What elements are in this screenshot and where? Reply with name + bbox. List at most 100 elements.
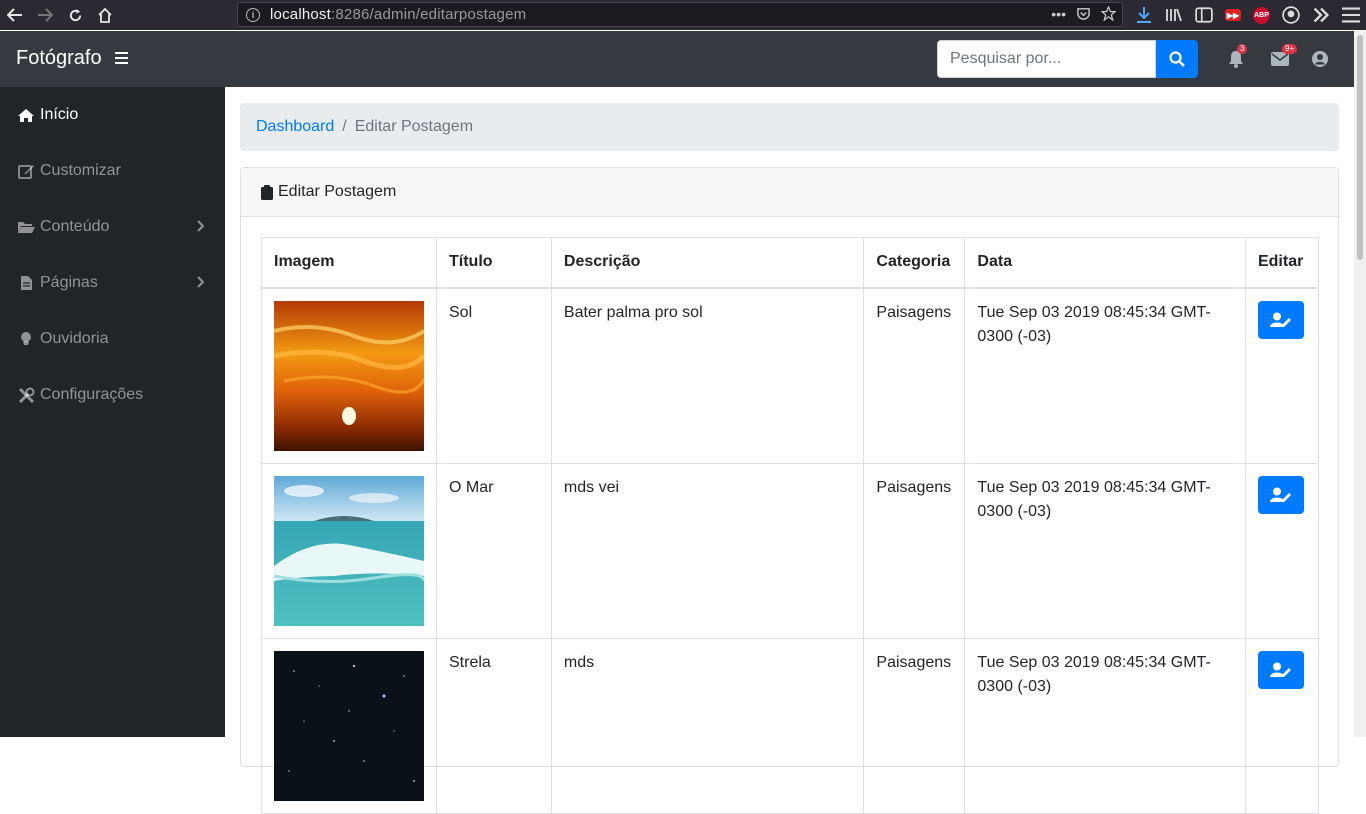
category-cell: Paisagens [863, 637, 966, 814]
category-cell: Paisagens [863, 462, 966, 639]
title-cell: O Mar [436, 462, 552, 639]
home-browser-icon [98, 7, 112, 23]
overflow-chevrons-icon[interactable] [1312, 6, 1330, 24]
sidebar-item-conteudo[interactable]: Conteúdo [0, 199, 225, 255]
download-icon[interactable] [1135, 6, 1153, 24]
brand-title[interactable]: Fotógrafo [16, 47, 102, 70]
edit-post-button[interactable] [1257, 300, 1304, 339]
edit-post-button[interactable] [1257, 475, 1304, 514]
edit-cell [1244, 462, 1320, 639]
url-text: localhost:8286/admin/editarpostagem [270, 6, 527, 23]
breadcrumb-dashboard-link[interactable]: Dashboard [256, 118, 334, 136]
youtube-extension-icon[interactable]: ▶▶ [1225, 9, 1241, 21]
page-scrollbar[interactable] [1354, 31, 1366, 737]
sidebar-toggle-button[interactable] [115, 52, 128, 65]
browser-toolbar: i localhost:8286/admin/editarpostagem ••… [0, 0, 1366, 30]
image-cell [261, 287, 437, 464]
breadcrumb-separator: / [342, 118, 347, 135]
lightbulb-icon [17, 330, 35, 348]
url-bar[interactable]: i localhost:8286/admin/editarpostagem ••… [237, 2, 1123, 27]
card-title: Editar Postagem [278, 183, 397, 200]
notifications-button[interactable]: 3 [1226, 44, 1248, 69]
home-icon [17, 106, 35, 124]
column-header-editar: Editar [1244, 237, 1320, 289]
column-header-data: Data [964, 237, 1246, 289]
user-edit-icon [1269, 312, 1291, 327]
date-cell: Tue Sep 03 2019 08:45:34 GMT-0300 (-03) [964, 462, 1246, 639]
edit-cell [1244, 637, 1320, 814]
table-row: Sol Bater palma pro sol Paisagens Tue Se… [261, 287, 1320, 464]
info-icon[interactable]: i [246, 7, 260, 22]
main-content: Dashboard / Editar Postagem Editar Posta… [225, 87, 1354, 814]
edit-cell [1244, 287, 1320, 464]
category-cell: Paisagens [863, 287, 966, 464]
search-button[interactable] [1156, 40, 1198, 78]
table-header-row: Imagem Título Descrição Categoria Data E… [261, 237, 1320, 289]
sunset-thumbnail[interactable] [274, 300, 424, 451]
starry-sky-thumbnail[interactable] [274, 650, 424, 801]
posts-card: Editar Postagem Imagem Título Descrição … [240, 167, 1339, 814]
app-header: Fotógrafo 3 9+ [0, 31, 1354, 87]
title-cell: Sol [436, 287, 552, 464]
folder-open-icon [17, 218, 35, 236]
file-icon [17, 274, 35, 292]
sidebar-item-ouvidoria[interactable]: Ouvidoria [0, 311, 225, 367]
menu-icon[interactable] [1342, 6, 1360, 24]
sidebar-toggle-icon[interactable] [1195, 6, 1213, 24]
image-cell [261, 462, 437, 639]
forward-button[interactable] [30, 0, 60, 30]
sidebar: Início Customizar Conteúdo Páginas Ouvid… [0, 87, 225, 737]
adblock-icon[interactable]: ABP [1253, 6, 1270, 24]
sidebar-item-customizar[interactable]: Customizar [0, 143, 225, 199]
image-cell [261, 637, 437, 814]
edit-post-button[interactable] [1257, 650, 1304, 689]
sidebar-item-label: Customizar [40, 162, 121, 179]
sidebar-item-label: Ouvidoria [40, 330, 109, 347]
user-circle-icon [1312, 51, 1328, 67]
user-menu-button[interactable] [1310, 49, 1330, 69]
account-icon[interactable] [1282, 6, 1300, 24]
tools-icon [17, 386, 35, 404]
card-header: Editar Postagem [241, 168, 1338, 217]
sidebar-item-paginas[interactable]: Páginas [0, 255, 225, 311]
pocket-icon[interactable] [1076, 6, 1091, 21]
column-header-descricao: Descrição [550, 237, 865, 289]
breadcrumb-current: Editar Postagem [354, 118, 474, 135]
column-header-categoria: Categoria [863, 237, 966, 289]
title-cell: Strela [436, 637, 552, 814]
table-row: O Mar mds vei Paisagens Tue Sep 03 2019 … [261, 462, 1320, 639]
ocean-wave-thumbnail[interactable] [274, 475, 424, 626]
description-cell: Bater palma pro sol [550, 287, 865, 464]
reload-icon [69, 8, 81, 21]
table-row: Strela mds Paisagens Tue Sep 03 2019 08:… [261, 637, 1320, 814]
reload-button[interactable] [60, 0, 90, 30]
description-cell: mds [550, 637, 865, 814]
back-button[interactable] [0, 0, 30, 30]
sidebar-item-configuracoes[interactable]: Configurações [0, 367, 225, 423]
clipboard-icon [261, 184, 273, 200]
more-icon[interactable]: ••• [1051, 6, 1066, 22]
sidebar-item-label: Início [40, 106, 79, 123]
sidebar-item-label: Páginas [40, 274, 98, 291]
scrollbar-thumb[interactable] [1357, 35, 1363, 260]
chevron-right-icon [197, 276, 205, 288]
messages-button[interactable]: 9+ [1270, 44, 1298, 69]
chevron-right-icon [197, 220, 205, 232]
envelope-icon [1271, 52, 1289, 66]
sidebar-item-label: Conteúdo [40, 218, 110, 235]
edit-icon [17, 162, 35, 180]
date-cell: Tue Sep 03 2019 08:45:34 GMT-0300 (-03) [964, 637, 1246, 814]
posts-table: Imagem Título Descrição Categoria Data E… [261, 237, 1320, 814]
home-button[interactable] [90, 0, 120, 30]
search-input[interactable] [937, 40, 1156, 78]
sidebar-item-inicio[interactable]: Início [0, 87, 225, 143]
library-icon[interactable] [1165, 6, 1183, 24]
column-header-imagem: Imagem [261, 237, 437, 289]
date-cell: Tue Sep 03 2019 08:45:34 GMT-0300 (-03) [964, 287, 1246, 464]
user-edit-icon [1269, 662, 1291, 677]
user-edit-icon [1269, 487, 1291, 502]
star-icon[interactable] [1101, 6, 1116, 21]
breadcrumb: Dashboard / Editar Postagem [240, 103, 1339, 151]
arrow-right-icon [38, 8, 53, 22]
description-cell: mds vei [550, 462, 865, 639]
